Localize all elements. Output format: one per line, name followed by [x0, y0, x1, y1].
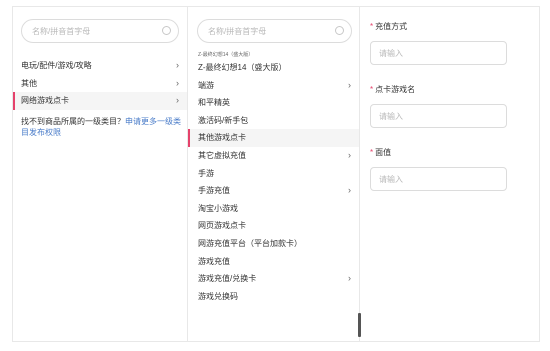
field-label-text: 面值	[375, 148, 392, 157]
chevron-right-icon: ›	[348, 273, 351, 284]
face-value-field[interactable]	[370, 167, 507, 191]
chevron-right-icon: ›	[176, 95, 179, 106]
level2-item[interactable]: 手游充值 ›	[188, 182, 359, 200]
level2-item-label: Z-最终幻想14（盛大版）	[198, 52, 254, 58]
level2-search-box[interactable]	[197, 19, 352, 43]
level2-item[interactable]: 淘宝小游戏	[188, 200, 359, 218]
recharge-method-field[interactable]	[370, 41, 507, 65]
level2-item[interactable]: 网页游戏点卡	[188, 217, 359, 235]
level2-item-label: 手游	[198, 168, 214, 178]
level2-item[interactable]: Z-最终幻想14（盛大版）	[188, 59, 359, 77]
level1-search-box[interactable]	[21, 19, 179, 43]
level2-item-label: 激活码/新手包	[198, 115, 249, 125]
level2-item-label: 游戏充值/兑换卡	[198, 274, 257, 284]
category-hint: 找不到商品所属的一级类目？申请更多一级类目发布权限	[21, 116, 186, 138]
game-name-label: * 点卡游戏名	[370, 84, 415, 95]
level2-item-label: Z-最终幻想14（盛大版）	[198, 63, 287, 72]
chevron-right-icon: ›	[348, 79, 351, 90]
required-mark: *	[370, 148, 374, 157]
chevron-right-icon: ›	[348, 185, 351, 196]
level2-item[interactable]: 游戏兑换码	[188, 288, 359, 306]
category-column-level1: 电玩/配件/游戏/攻略 › 其他 › 网络游戏点卡 › 找不到商品所属的一级类目…	[13, 7, 188, 341]
level2-item-label: 淘宝小游戏	[198, 203, 238, 213]
required-mark: *	[370, 22, 374, 31]
level2-item-label: 和平精英	[198, 98, 230, 108]
level2-item-label: 网页游戏点卡	[198, 221, 246, 231]
field-label-text: 充值方式	[375, 22, 408, 31]
category-selector-panel: 电玩/配件/游戏/攻略 › 其他 › 网络游戏点卡 › 找不到商品所属的一级类目…	[12, 6, 540, 342]
level2-item[interactable]: 端游 ›	[188, 77, 359, 95]
level2-item[interactable]: 游戏充值/兑换卡 ›	[188, 270, 359, 288]
chevron-right-icon: ›	[176, 77, 179, 88]
game-name-field[interactable]	[370, 104, 507, 128]
level2-item-label: 端游	[198, 80, 214, 90]
level2-item[interactable]: 游戏充值	[188, 253, 359, 271]
level2-item[interactable]: 其它虚拟充值 ›	[188, 147, 359, 165]
level1-item-label: 其他	[21, 78, 37, 88]
attribute-form: *充值方式 *点卡游戏名 *面值	[360, 7, 541, 341]
level1-item-label: 电玩/配件/游戏/攻略	[21, 61, 92, 70]
level2-item[interactable]: 手游	[188, 165, 359, 183]
level2-item-label: 游戏充值	[198, 256, 230, 266]
chevron-right-icon: ›	[348, 149, 351, 160]
level2-item[interactable]: 网游充值平台（平台加款卡）	[188, 235, 359, 253]
level2-item-label: 其它虚拟充值	[198, 150, 246, 160]
face-value-label: * 面值	[370, 147, 391, 158]
recharge-method-label: * 充值方式	[370, 21, 407, 32]
level1-item-label: 网络游戏点卡	[21, 96, 69, 106]
category-column-level2: Z-最终幻想14（盛大版） Z-最终幻想14（盛大版） 端游 › 和平精英 激活…	[188, 7, 361, 341]
level2-list: Z-最终幻想14（盛大版） Z-最终幻想14（盛大版） 端游 › 和平精英 激活…	[188, 51, 359, 305]
search-icon[interactable]	[335, 26, 344, 35]
level2-item[interactable]: 和平精英	[188, 94, 359, 112]
search-icon[interactable]	[162, 26, 171, 35]
level2-item-label: 其他游戏点卡	[198, 133, 246, 143]
field-label-text: 点卡游戏名	[375, 85, 416, 94]
level1-item-electronics[interactable]: 电玩/配件/游戏/攻略 ›	[13, 57, 187, 75]
level2-item-label: 网游充值平台（平台加款卡）	[198, 238, 302, 248]
level2-item-label: 游戏兑换码	[198, 291, 238, 301]
level2-item-label: 手游充值	[198, 186, 230, 196]
level2-search-input[interactable]	[208, 20, 328, 42]
level1-search-input[interactable]	[32, 20, 152, 42]
chevron-right-icon: ›	[176, 60, 179, 70]
level1-item-other[interactable]: 其他 ›	[13, 75, 187, 93]
level2-item-selected[interactable]: 其他游戏点卡	[188, 129, 359, 147]
level2-item-partial[interactable]: Z-最终幻想14（盛大版）	[188, 51, 359, 59]
level2-item[interactable]: 激活码/新手包	[188, 112, 359, 130]
recharge-method-input[interactable]	[379, 42, 499, 64]
required-mark: *	[370, 85, 374, 94]
level1-item-game-cards[interactable]: 网络游戏点卡 ›	[13, 92, 187, 110]
face-value-input[interactable]	[379, 168, 499, 190]
game-name-input[interactable]	[379, 105, 499, 127]
level1-list: 电玩/配件/游戏/攻略 › 其他 › 网络游戏点卡 ›	[13, 57, 187, 110]
hint-text: 找不到商品所属的一级类目？	[21, 117, 125, 126]
